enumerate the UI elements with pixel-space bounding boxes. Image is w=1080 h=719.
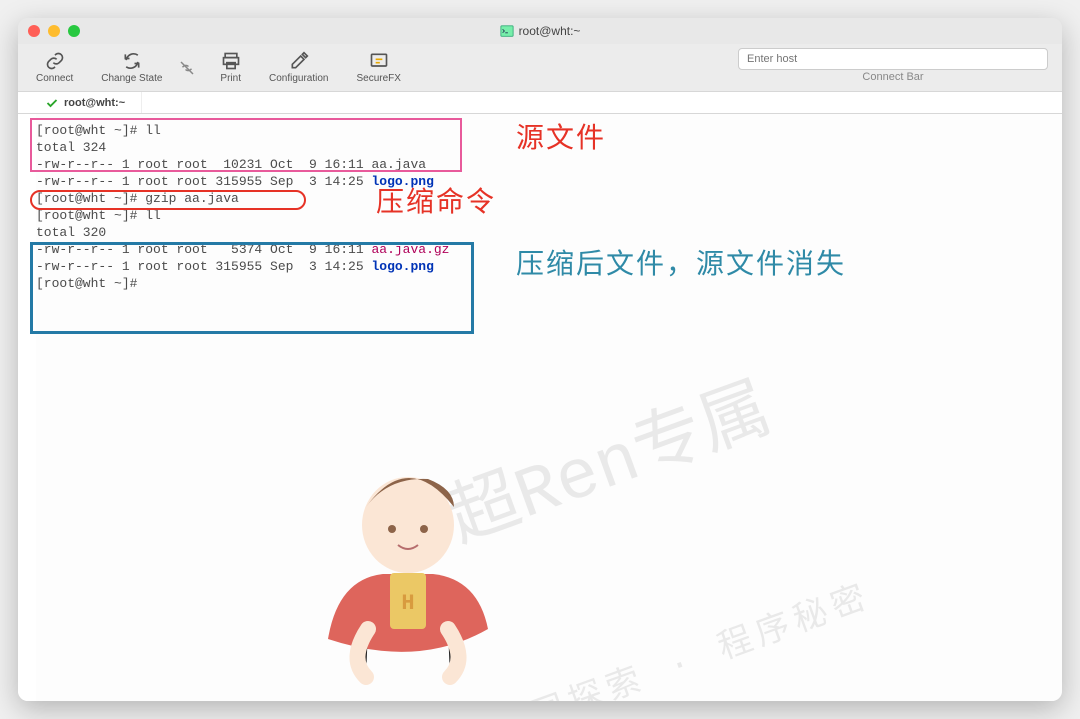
- tab-strip: root@wht:~: [18, 92, 1062, 114]
- terminal-area[interactable]: [root@wht ~]# lltotal 324-rw-r--r-- 1 ro…: [18, 114, 1062, 701]
- toolbar-label: Connect: [36, 73, 73, 84]
- minimize-button[interactable]: [48, 25, 60, 37]
- terminal-line: -rw-r--r-- 1 root root 315955 Sep 3 14:2…: [36, 173, 1062, 190]
- titlebar: root@wht:~: [18, 18, 1062, 44]
- securefx-button[interactable]: SecureFX: [352, 49, 404, 86]
- connect-button[interactable]: Connect: [32, 49, 77, 86]
- terminal-line: [root@wht ~]# gzip aa.java: [36, 190, 1062, 207]
- print-button[interactable]: Print: [216, 49, 245, 86]
- terminal-line: -rw-r--r-- 1 root root 10231 Oct 9 16:11…: [36, 156, 1062, 173]
- connect-bar-label: Connect Bar: [862, 70, 923, 87]
- cartoon-illustration: H: [216, 412, 476, 701]
- printer-icon: [221, 51, 241, 71]
- toolbar-label: Print: [220, 73, 241, 84]
- close-button[interactable]: [28, 25, 40, 37]
- svg-text:H: H: [402, 591, 415, 616]
- toolbar-label: Change State: [101, 73, 162, 84]
- terminal-line: total 320: [36, 224, 1062, 241]
- terminal-line: -rw-r--r-- 1 root root 315955 Sep 3 14:2…: [36, 258, 1062, 275]
- toolbar-label: Configuration: [269, 73, 328, 84]
- tab-label: root@wht:~: [64, 97, 125, 109]
- toolbar-label: SecureFX: [356, 73, 400, 84]
- terminal-line: [root@wht ~]#: [36, 275, 1062, 292]
- host-input[interactable]: [738, 48, 1048, 70]
- unlink-icon[interactable]: [178, 59, 196, 77]
- securefx-icon: [369, 51, 389, 71]
- refresh-icon: [122, 51, 142, 71]
- terminal-icon: [500, 24, 514, 38]
- tools-icon: [289, 51, 309, 71]
- change-state-button[interactable]: Change State: [97, 49, 166, 86]
- configuration-button[interactable]: Configuration: [265, 49, 332, 86]
- terminal-line: -rw-r--r-- 1 root root 5374 Oct 9 16:11 …: [36, 241, 1062, 258]
- terminal-content[interactable]: [root@wht ~]# lltotal 324-rw-r--r-- 1 ro…: [36, 114, 1062, 701]
- window-title-text: root@wht:~: [519, 24, 581, 38]
- application-window: root@wht:~ Connect Change State Print Co…: [18, 18, 1062, 701]
- terminal-line: total 324: [36, 139, 1062, 156]
- link-icon: [45, 51, 65, 71]
- tab-session[interactable]: root@wht:~: [36, 92, 142, 113]
- terminal-line: [root@wht ~]# ll: [36, 122, 1062, 139]
- window-title: root@wht:~: [18, 24, 1062, 38]
- checkmark-icon: [46, 97, 58, 109]
- maximize-button[interactable]: [68, 25, 80, 37]
- terminal-line: [root@wht ~]# ll: [36, 207, 1062, 224]
- window-controls: [28, 25, 80, 37]
- toolbar: Connect Change State Print Configuration…: [18, 44, 1062, 92]
